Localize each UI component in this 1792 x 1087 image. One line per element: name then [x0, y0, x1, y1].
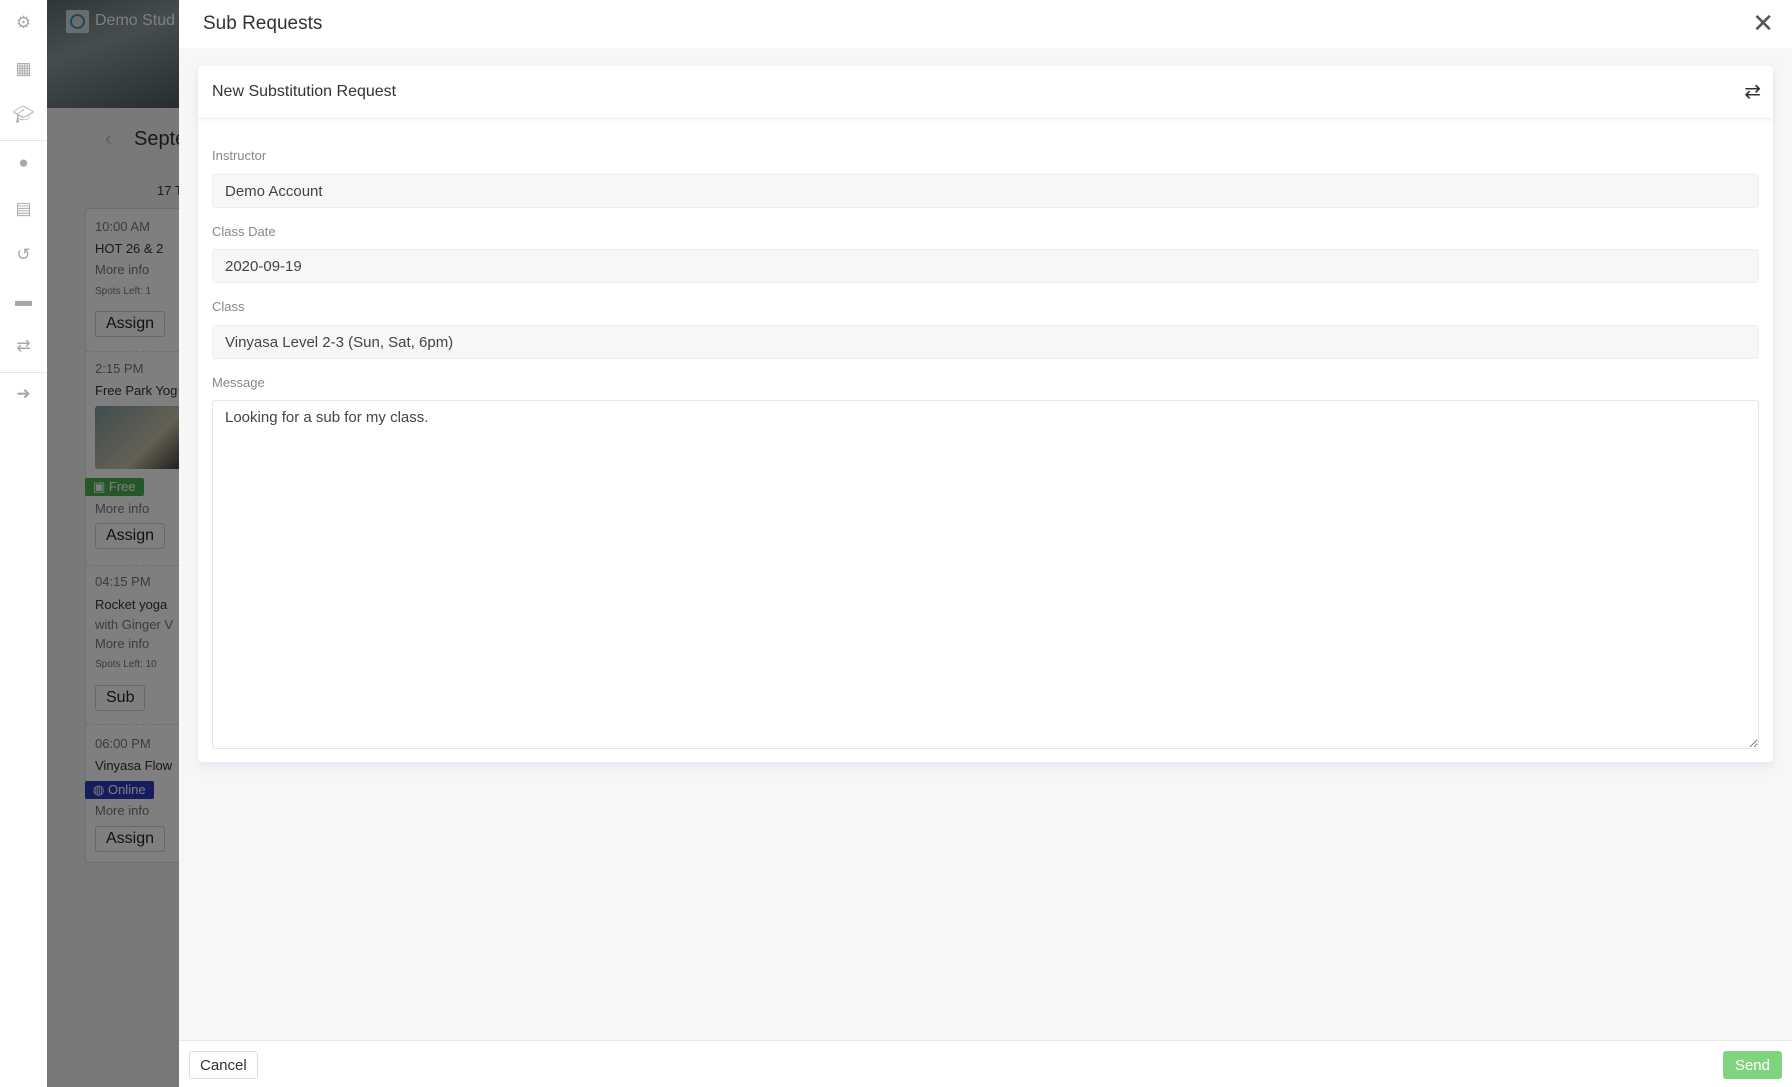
class-date-field[interactable]: 2020-09-19: [212, 249, 1759, 283]
class-field[interactable]: Vinyasa Level 2-3 (Sun, Sat, 6pm): [212, 325, 1759, 359]
message-label: Message: [212, 375, 265, 390]
modal-header: Sub Requests ✕: [179, 0, 1792, 48]
instructor-label: Instructor: [212, 148, 267, 163]
graduation-cap-icon[interactable]: 🎓︎: [0, 105, 47, 125]
calendar-icon[interactable]: ▤: [0, 199, 47, 219]
divider: [0, 372, 47, 373]
card-title: New Substitution Request: [212, 83, 397, 100]
card-header: New Substitution Request ⇄: [198, 66, 1773, 119]
instructor-field[interactable]: Demo Account: [212, 174, 1759, 208]
icon-sidebar: ⚙ ▦ 🎓︎ ● ▤ ↺ ▬ ⇄ ➜: [0, 0, 47, 1087]
close-icon[interactable]: ✕: [1752, 8, 1774, 39]
sign-out-icon[interactable]: ➜: [0, 384, 47, 404]
request-form-card: New Substitution Request ⇄ Instructor De…: [198, 66, 1773, 762]
cancel-button[interactable]: Cancel: [189, 1051, 258, 1079]
modal-backdrop[interactable]: [47, 0, 179, 1087]
sitemap-icon[interactable]: ▦: [0, 59, 47, 79]
modal-footer: Cancel Send: [179, 1040, 1792, 1087]
sub-requests-modal: Sub Requests ✕ New Substitution Request …: [179, 0, 1792, 1087]
user-icon[interactable]: ●: [0, 153, 47, 173]
modal-title: Sub Requests: [203, 13, 323, 34]
exchange-icon[interactable]: ⇄: [0, 336, 47, 356]
history-icon[interactable]: ↺: [0, 245, 47, 265]
class-label: Class: [212, 299, 245, 314]
send-button[interactable]: Send: [1722, 1051, 1782, 1079]
class-date-label: Class Date: [212, 224, 276, 239]
message-textarea[interactable]: Looking for a sub for my class.: [212, 400, 1759, 749]
exchange-icon: ⇄: [1744, 81, 1761, 103]
money-icon[interactable]: ▬: [0, 291, 47, 311]
gears-icon[interactable]: ⚙: [0, 13, 47, 33]
divider: [0, 140, 47, 141]
